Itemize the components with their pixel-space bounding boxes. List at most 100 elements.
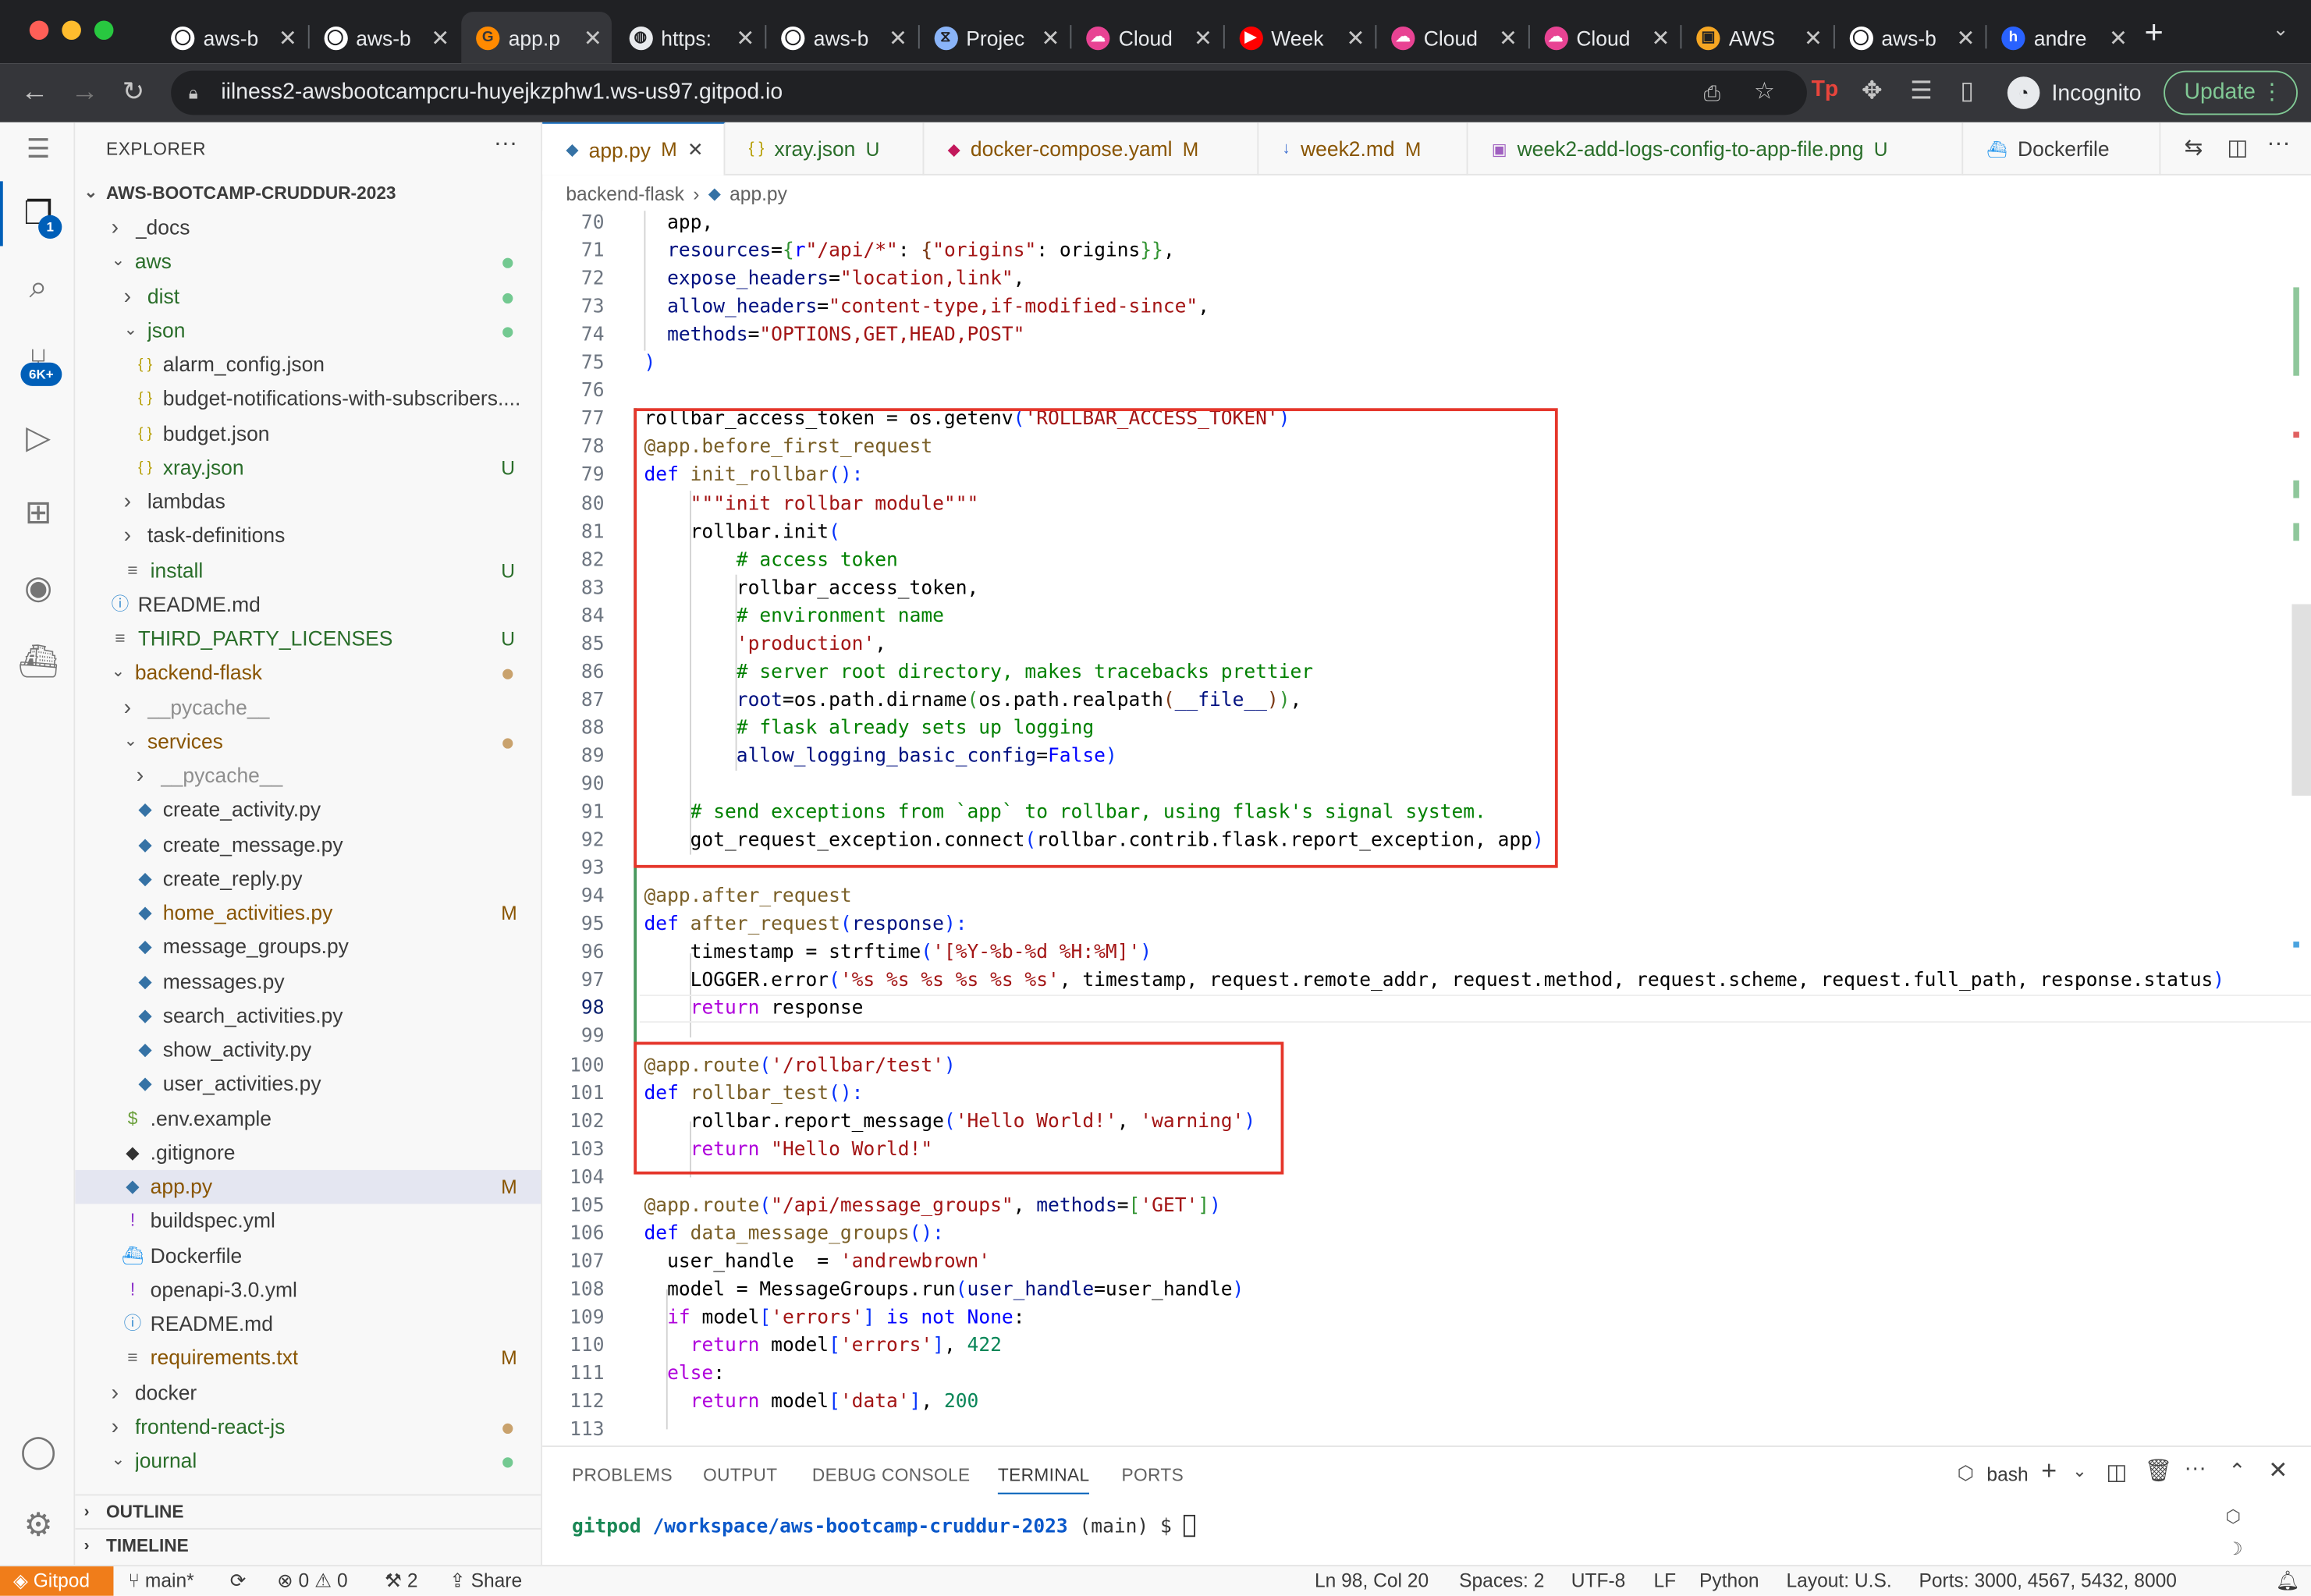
browser-tab[interactable]: ▶ Week ✕	[1224, 12, 1374, 63]
tree-file[interactable]: ⛴ Dockerfile	[75, 1239, 541, 1272]
tree-file[interactable]: { } alarm_config.json	[75, 348, 541, 381]
sync-icon[interactable]: ⟳	[230, 1566, 247, 1596]
tree-folder[interactable]: › __pycache__	[75, 759, 541, 793]
close-panel-icon[interactable]: ✕	[2268, 1456, 2288, 1485]
tree-folder[interactable]: ⌄ backend-flask	[75, 656, 541, 690]
run-debug-icon[interactable]: ▷	[18, 417, 59, 459]
close-icon[interactable]: ✕	[1804, 25, 1823, 51]
tree-file[interactable]: ◆ show_activity.py	[75, 1033, 541, 1066]
end-of-line[interactable]: LF	[1653, 1566, 1676, 1596]
editor-tab[interactable]: ↓ week2.md M	[1258, 122, 1468, 176]
tree-file[interactable]: ◆ message_groups.py	[75, 930, 541, 963]
kill-terminal-trash-icon[interactable]: 🗑︎	[2145, 1457, 2173, 1484]
ports-forwarded[interactable]: ⚒ 2	[385, 1566, 418, 1596]
media-queue-icon[interactable]: ☰	[1910, 76, 1933, 106]
tree-file[interactable]: ≡ THIRD_PARTY_LICENSES U	[75, 622, 541, 655]
tree-file[interactable]: ◆ .gitignore	[75, 1136, 541, 1169]
maximize-panel-chevron-icon[interactable]: ⌃	[2228, 1459, 2245, 1484]
tree-file[interactable]: ◆ search_activities.py	[75, 998, 541, 1032]
browser-tab[interactable]: ◯ aws-b ✕	[1834, 12, 1984, 63]
close-icon[interactable]: ✕	[1041, 25, 1060, 51]
github-icon[interactable]: ◉	[18, 567, 59, 608]
search-icon[interactable]: ⌕	[18, 267, 59, 308]
tree-file[interactable]: ! openapi-3.0.yml	[75, 1273, 541, 1307]
browser-tab[interactable]: h andre ✕	[1986, 12, 2136, 63]
gitpod-remote-button[interactable]: ◈ Gitpod	[0, 1566, 114, 1596]
tree-file[interactable]: { } xray.json U	[75, 451, 541, 484]
editor-tab[interactable]: ◆ app.py M ✕	[542, 122, 726, 176]
tree-folder[interactable]: › docker	[75, 1375, 541, 1409]
problems-count[interactable]: ⊗ 0 ⚠ 0	[277, 1566, 347, 1596]
panel-tab[interactable]: PROBLEMS	[572, 1465, 673, 1485]
close-icon[interactable]: ✕	[687, 138, 704, 161]
tree-file[interactable]: ⓘ README.md	[75, 1307, 541, 1341]
browser-tab[interactable]: ☁ Cloud ✕	[1071, 12, 1221, 63]
git-branch[interactable]: ⑂ main*	[128, 1566, 193, 1596]
tree-file[interactable]: { } budget-notifications-with-subscribers…	[75, 382, 541, 416]
tree-file[interactable]: ◆ create_reply.py	[75, 862, 541, 896]
window-minimize-button[interactable]	[62, 20, 81, 41]
terminal-side-icon[interactable]: ☽	[2227, 1538, 2242, 1559]
bookmark-star-icon[interactable]: ☆	[1754, 71, 1775, 115]
extensions-puzzle-icon[interactable]: ✥	[1862, 76, 1883, 106]
close-icon[interactable]: ✕	[1346, 25, 1365, 51]
update-button[interactable]: Update ⋮	[2164, 70, 2298, 115]
explorer-root-folder[interactable]: ⌄ AWS-BOOTCAMP-CRUDDUR-2023	[75, 177, 541, 211]
panel-tab[interactable]: TERMINAL	[997, 1465, 1090, 1495]
forward-arrow-icon[interactable]: →	[71, 76, 99, 109]
docker-icon[interactable]: ⛴	[18, 641, 59, 683]
outline-section[interactable]: › OUTLINE	[75, 1494, 541, 1527]
window-close-button[interactable]	[29, 20, 49, 41]
tree-file[interactable]: ≡ install U	[75, 553, 541, 587]
tree-file[interactable]: ⓘ README.md	[75, 587, 541, 621]
close-icon[interactable]: ✕	[1499, 25, 1518, 51]
back-arrow-icon[interactable]: ←	[20, 76, 48, 109]
panel-tab[interactable]: OUTPUT	[703, 1465, 777, 1485]
browser-tab[interactable]: ☁ Cloud ✕	[1529, 12, 1679, 63]
chevron-down-icon[interactable]: ⌄	[2072, 1460, 2087, 1481]
keyboard-layout[interactable]: Layout: U.S.	[1787, 1566, 1892, 1596]
incognito-indicator[interactable]: ◔ Incognito	[2007, 73, 2142, 114]
breadcrumb-folder[interactable]: backend-flask	[566, 179, 684, 211]
tree-folder[interactable]: › lambdas	[75, 484, 541, 518]
browser-tab[interactable]: ☁ Cloud ✕	[1376, 12, 1526, 63]
terminal-prompt[interactable]: gitpod /workspace/aws-bootcamp-cruddur-2…	[572, 1514, 1195, 1538]
tree-file[interactable]: ! buildspec.yml	[75, 1204, 541, 1238]
compare-changes-icon[interactable]: ⇆	[2185, 134, 2203, 161]
tree-file[interactable]: ◆ messages.py	[75, 964, 541, 998]
tree-file[interactable]: { } budget.json	[75, 417, 541, 450]
panel-tab[interactable]: PORTS	[1122, 1465, 1184, 1485]
tree-folder[interactable]: › __pycache__	[75, 690, 541, 724]
new-tab-button[interactable]: +	[2145, 16, 2164, 48]
panel-tab[interactable]: DEBUG CONSOLE	[812, 1465, 971, 1485]
settings-gear-icon[interactable]: ⚙	[18, 1505, 59, 1546]
editor-more-icon[interactable]: ···	[2267, 131, 2290, 158]
tree-file[interactable]: ◆ home_activities.py M	[75, 896, 541, 930]
split-editor-icon[interactable]: ◫	[2227, 134, 2248, 161]
split-terminal-icon[interactable]: ◫	[2106, 1459, 2127, 1485]
accounts-icon[interactable]: ◯	[18, 1431, 59, 1472]
notifications-bell-icon[interactable]: 🔔︎	[2276, 1566, 2300, 1596]
tree-file[interactable]: ◆ user_activities.py	[75, 1067, 541, 1101]
browser-tab[interactable]: ◍ https: ✕	[614, 12, 764, 63]
browser-tab[interactable]: Gapp.p ✕	[461, 12, 612, 64]
tree-folder[interactable]: ⌄ journal	[75, 1444, 541, 1477]
new-terminal-plus-icon[interactable]: +	[2041, 1456, 2057, 1487]
browser-tab[interactable]: ◯ aws-b ✕	[766, 12, 916, 63]
tree-folder[interactable]: › dist	[75, 279, 541, 313]
tree-file[interactable]: ◆ create_message.py	[75, 828, 541, 861]
browser-tab[interactable]: ◯ aws-b ✕	[156, 12, 306, 63]
install-app-icon[interactable]: ⎙	[1704, 71, 1720, 115]
window-zoom-button[interactable]	[94, 20, 114, 41]
open-ports[interactable]: Ports: 3000, 4567, 5432, 8000	[1919, 1566, 2177, 1596]
extensions-icon[interactable]: ⊞	[18, 492, 59, 534]
address-bar[interactable]: 🔒︎ iilness2-awsbootcampcru-huyejkzphw1.w…	[171, 70, 1807, 115]
tree-file[interactable]: ◆ app.py M	[75, 1169, 541, 1204]
editor-tab[interactable]: ▣ week2-add-logs-config-to-app-file.png U	[1468, 122, 1964, 176]
editor-tab[interactable]: ⛴ Dockerfile	[1963, 122, 2161, 176]
tree-folder[interactable]: › task-definitions	[75, 519, 541, 552]
editor-tab[interactable]: ◆ docker-compose.yaml M	[924, 122, 1259, 176]
explorer-more-icon[interactable]: ···	[494, 131, 517, 158]
close-icon[interactable]: ✕	[279, 25, 297, 51]
breadcrumb-file[interactable]: app.py	[730, 179, 787, 211]
